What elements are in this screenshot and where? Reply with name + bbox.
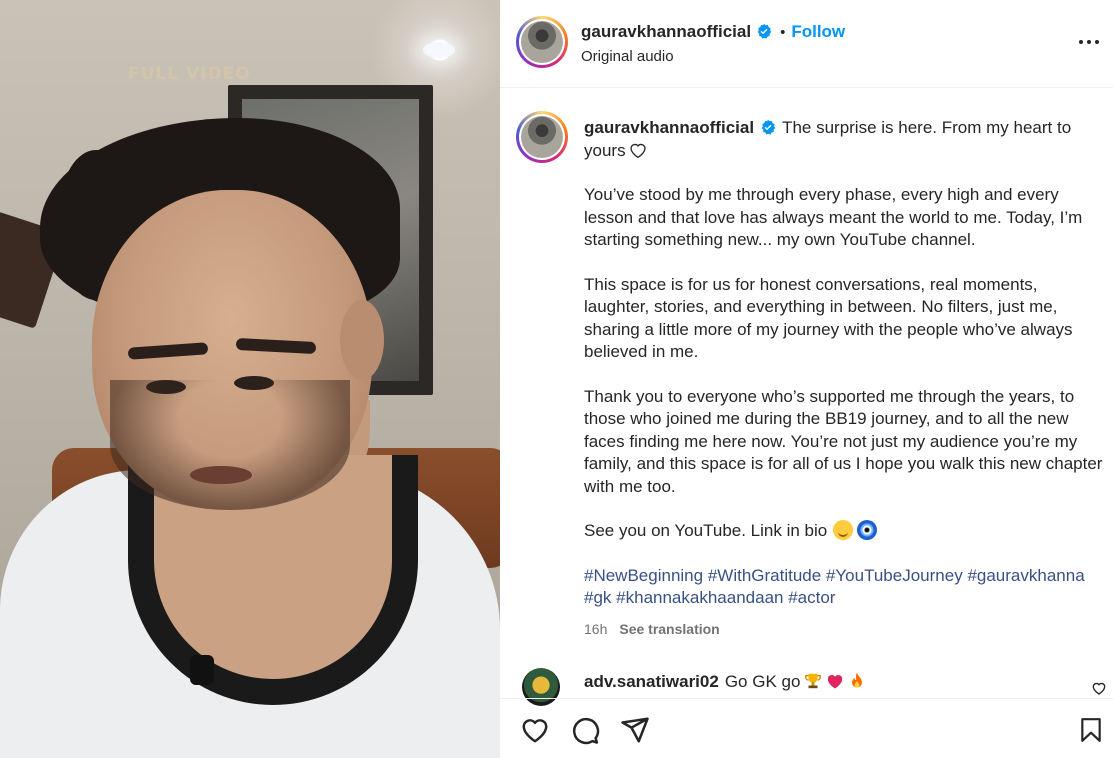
more-options-icon[interactable] <box>1077 30 1101 54</box>
original-audio-link[interactable]: Original audio <box>581 48 674 65</box>
hashtag-link[interactable]: #gauravkhanna <box>967 566 1084 585</box>
hashtag-link[interactable]: #khannakakhaandaan <box>616 588 783 607</box>
follow-button[interactable]: Follow <box>791 22 845 41</box>
caption-avatar[interactable] <box>516 111 568 163</box>
post-caption: gauravkhannaofficial The surprise is here… <box>500 89 1113 651</box>
hashtag-link[interactable]: #NewBeginning <box>584 566 703 585</box>
caption-intro-line: gauravkhannaofficial The surprise is here… <box>584 117 1104 162</box>
hashtag-list: #NewBeginning #WithGratitude #YouTubeJou… <box>584 565 1104 610</box>
commenter-username[interactable]: adv.sanatiwari02 <box>584 672 719 691</box>
separator-dot: • <box>780 24 786 41</box>
comment-item: adv.sanatiwari02 Go GK go <box>500 660 1113 706</box>
comment-icon[interactable] <box>570 715 600 745</box>
comment-text-line: adv.sanatiwari02 Go GK go <box>584 672 866 692</box>
post-panel: gauravkhannaofficial • Follow Original aud… <box>500 0 1113 758</box>
video-watermark: FULL VIDEO <box>128 64 251 84</box>
save-bookmark-icon[interactable] <box>1078 715 1104 745</box>
verified-badge-icon <box>761 119 776 135</box>
header-name-row: gauravkhannaofficial • Follow <box>581 22 845 42</box>
beard <box>110 380 350 510</box>
white-heart-icon <box>629 143 646 158</box>
hashtag-link[interactable]: #WithGratitude <box>708 566 821 585</box>
ear <box>340 300 384 380</box>
red-heart-icon <box>828 675 843 689</box>
lapel-mic <box>190 655 214 685</box>
hugging-face-icon <box>833 520 854 540</box>
trophy-icon <box>805 673 822 689</box>
share-icon[interactable] <box>620 715 650 745</box>
post-video[interactable]: FULL VIDEO <box>0 0 500 758</box>
comment-text: Go GK go <box>724 672 801 691</box>
ceiling-lamp <box>423 42 455 58</box>
like-comment-icon[interactable] <box>1091 680 1107 696</box>
mouth <box>190 466 252 484</box>
caption-username[interactable]: gauravkhannaofficial <box>584 118 754 137</box>
post-time[interactable]: 16h <box>584 621 607 637</box>
hashtag-link[interactable]: #actor <box>788 588 835 607</box>
verified-badge-icon <box>757 23 772 39</box>
caption-paragraph-3: Thank you to everyone who’s supported me… <box>584 386 1108 496</box>
fire-icon <box>852 672 863 688</box>
caption-paragraph-1: You’ve stood by me through every phase, … <box>584 185 1088 249</box>
caption-text: gauravkhannaofficial The surprise is here… <box>584 117 1104 640</box>
see-translation-link[interactable]: See translation <box>619 621 719 637</box>
author-avatar[interactable] <box>516 16 568 68</box>
caption-meta: 16h See translation <box>584 618 1104 641</box>
like-icon[interactable] <box>520 715 550 745</box>
caption-closing: See you on YouTube. Link in bio <box>584 521 828 540</box>
caption-paragraph-2: This space is for us for honest conversa… <box>584 274 1078 362</box>
caption-closing-line: See you on YouTube. Link in bio <box>584 520 1104 543</box>
hashtag-link[interactable]: #YouTubeJourney <box>826 566 963 585</box>
post-actions-bar <box>500 698 1113 758</box>
hashtag-link[interactable]: #gk <box>584 588 611 607</box>
post-header: gauravkhannaofficial • Follow Original aud… <box>500 0 1113 88</box>
nazar-amulet-icon <box>857 520 878 540</box>
author-username[interactable]: gauravkhannaofficial <box>581 22 751 41</box>
